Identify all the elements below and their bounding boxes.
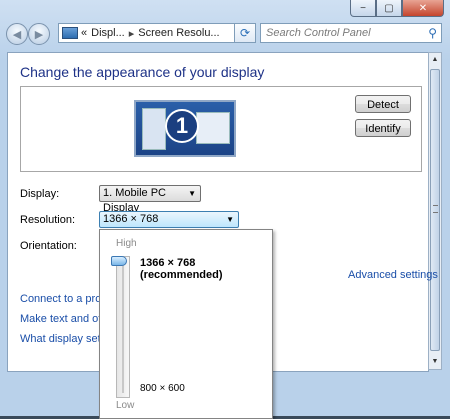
monitor-1-icon[interactable]: 1 [134, 100, 236, 157]
page-title: Change the appearance of your display [20, 64, 265, 80]
chevron-down-icon: ▼ [188, 189, 196, 198]
breadcrumb-overflow[interactable]: « [81, 27, 87, 39]
vertical-scrollbar[interactable]: ▲ ▼ [428, 52, 442, 370]
caption-buttons: − ▢ ✕ [350, 0, 444, 17]
scroll-down-icon[interactable]: ▼ [429, 355, 441, 369]
control-panel-icon [62, 27, 78, 39]
scrollbar-thumb[interactable] [430, 69, 440, 351]
orientation-label: Orientation: [20, 240, 77, 252]
close-button[interactable]: ✕ [402, 0, 444, 17]
breadcrumb-separator[interactable]: ▸ [129, 27, 135, 40]
identify-button[interactable]: Identify [355, 119, 411, 137]
resolution-option-max[interactable]: 1366 × 768 (recommended) [140, 257, 272, 281]
monitor-number: 1 [165, 109, 199, 143]
breadcrumb-screen-resolution[interactable]: Screen Resolu... [138, 27, 219, 39]
search-input[interactable]: Search Control Panel ⚲ [260, 23, 442, 43]
chevron-down-icon: ▼ [226, 215, 234, 224]
search-placeholder: Search Control Panel [266, 27, 371, 39]
resolution-option-min[interactable]: 800 × 600 [140, 383, 185, 394]
slider-track-line [122, 261, 124, 393]
resolution-slider-track[interactable] [116, 256, 130, 398]
display-label: Display: [20, 188, 60, 200]
address-bar[interactable]: « Displ... ▸ Screen Resolu... ▼ [58, 23, 253, 43]
detect-button[interactable]: Detect [355, 95, 411, 113]
resolution-select[interactable]: 1366 × 768 (recommended) ▼ [99, 211, 239, 240]
refresh-icon[interactable]: ⟳ [234, 23, 256, 43]
breadcrumb-display[interactable]: Displ... [91, 27, 125, 39]
scroll-up-icon[interactable]: ▲ [429, 53, 441, 67]
display-select[interactable]: 1. Mobile PC Display ▼ [99, 185, 201, 214]
resolution-dropdown-popup: High 1366 × 768 (recommended) 800 × 600 … [99, 229, 273, 419]
scrollbar-grip [433, 205, 438, 213]
forward-button[interactable]: ▶ [28, 23, 50, 45]
resolution-slider-thumb[interactable] [111, 256, 127, 266]
maximize-button[interactable]: ▢ [376, 0, 402, 17]
preview-window-left [142, 108, 166, 150]
back-button[interactable]: ◀ [6, 23, 28, 45]
minimize-button[interactable]: − [350, 0, 376, 17]
search-icon[interactable]: ⚲ [428, 26, 437, 40]
control-panel-window: − ▢ ✕ ◀ ▶ « Displ... ▸ Screen Resolu... … [0, 0, 450, 419]
preview-window-right [196, 112, 230, 144]
resolution-label: Resolution: [20, 214, 76, 226]
low-label: Low [116, 400, 135, 411]
high-label: High [116, 238, 137, 249]
advanced-settings-link[interactable]: Advanced settings [348, 269, 438, 281]
navigation-bar: ◀ ▶ « Displ... ▸ Screen Resolu... ▼ ⟳ Se… [0, 20, 450, 48]
